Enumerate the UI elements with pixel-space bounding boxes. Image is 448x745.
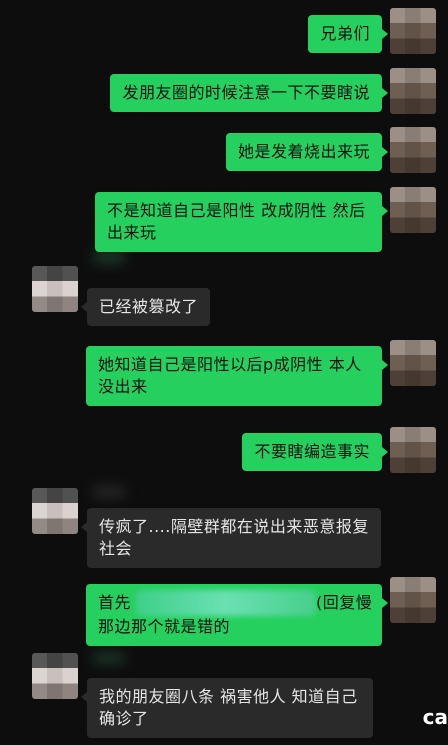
message-bubble-outgoing-censored[interactable]: 首先 (回复慢 那边那个就是错的 [86,584,388,646]
message-text-second-line: 那边那个就是错的 [98,617,231,636]
watermark: ca [422,705,448,729]
avatar-me-4[interactable] [390,187,436,233]
avatar-me-3[interactable] [390,127,436,173]
avatar-them-3[interactable] [32,653,78,699]
message-text-right: (回复慢 [316,593,373,612]
avatar-me-1[interactable] [390,8,436,54]
avatar-them-1[interactable] [32,266,78,312]
message-bubble-incoming[interactable]: 已经被篡改了 [80,288,211,326]
message-text-start: 首先 [98,593,132,612]
censored-text-block [136,590,316,616]
avatar-me-2[interactable] [390,68,436,114]
avatar-me-6[interactable] [390,427,436,473]
avatar-me-7[interactable] [390,577,436,623]
message-bubble-outgoing[interactable]: 她知道自己是阳性以后p成阴性 本人没出来 [86,346,388,406]
message-bubble-outgoing[interactable]: 兄弟们 [308,15,388,53]
blurred-sender-name [92,250,126,264]
message-bubble-outgoing[interactable]: 发朋友圈的时候注意一下不要瞎说 [110,74,388,112]
message-bubble-incoming[interactable]: 传疯了....隔壁群都在说出来恶意报复社会 [81,508,381,568]
avatar-me-5[interactable] [390,340,436,386]
message-bubble-outgoing[interactable]: 不是知道自己是阳性 改成阴性 然后出来玩 [95,192,388,252]
message-bubble-incoming[interactable]: 我的朋友圈八条 祸害他人 知道自己确诊了 [81,678,373,738]
message-bubble-outgoing[interactable]: 不要瞎编造事实 [242,433,388,471]
message-bubble-outgoing[interactable]: 她是发着烧出来玩 [225,133,389,171]
blurred-sender-name [92,486,126,498]
blurred-sender-name [92,652,126,664]
avatar-them-2[interactable] [32,488,78,534]
